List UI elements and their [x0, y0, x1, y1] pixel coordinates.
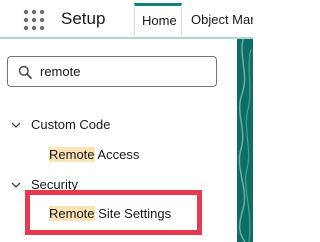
app-launcher-grid-icon[interactable]: [23, 9, 45, 31]
chevron-down-icon[interactable]: [10, 179, 22, 191]
tree-group-custom-code[interactable]: Custom Code: [0, 114, 237, 136]
tree-item-label-rest: Site Settings: [94, 206, 172, 221]
tree-item-label: Remote Site Settings: [49, 206, 171, 221]
tree-item-label-rest: Access: [94, 147, 140, 162]
setup-sidebar: Custom Code Remote Access Security Remot…: [0, 39, 237, 242]
tree-item-remote-access[interactable]: Remote Access: [0, 144, 237, 166]
search-match-highlight: Remote: [49, 147, 95, 162]
search-match-highlight: Remote: [49, 206, 95, 221]
tree-item-label: Remote Access: [49, 147, 139, 162]
tree-group-security[interactable]: Security: [0, 174, 237, 196]
quick-find-search[interactable]: [7, 56, 217, 87]
tree-group-label: Custom Code: [31, 117, 111, 132]
setup-header: Setup Home Object Mar: [0, 0, 253, 39]
tree-group-label: Security: [31, 177, 78, 192]
background-decoration: [237, 39, 253, 242]
tab-home[interactable]: Home: [134, 3, 182, 36]
quick-find-input[interactable]: [40, 62, 210, 81]
search-icon: [18, 65, 32, 79]
tab-object-manager[interactable]: Object Mar: [184, 3, 253, 36]
chevron-down-icon[interactable]: [10, 119, 22, 131]
tree-item-remote-site-settings[interactable]: Remote Site Settings: [0, 203, 237, 225]
app-title: Setup: [61, 9, 106, 28]
